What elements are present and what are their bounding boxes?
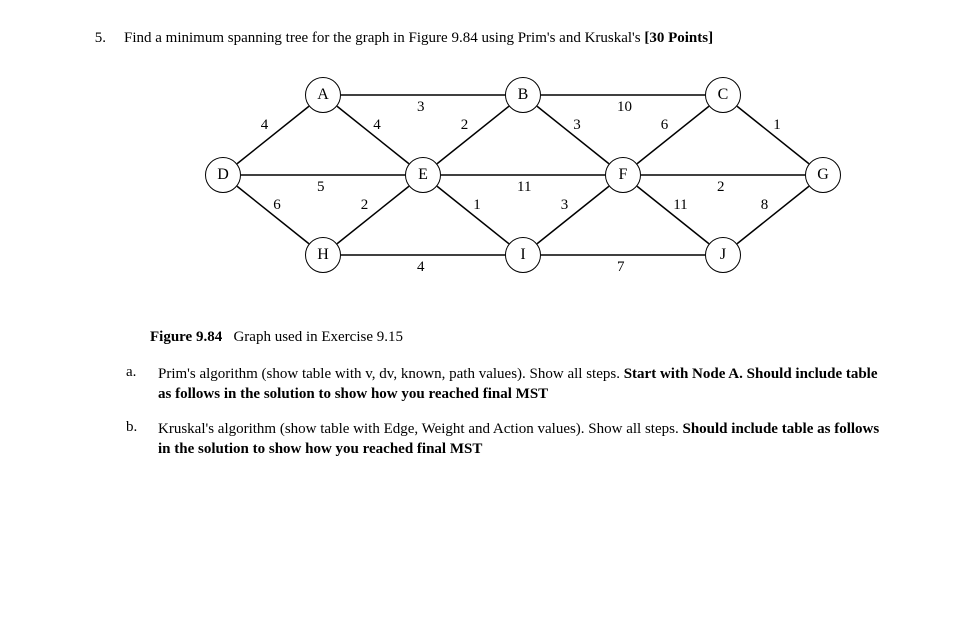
edge-F-J [637,186,709,244]
edge-E-H [337,186,409,244]
part-b: b. Kruskal's algorithm (show table with … [126,419,884,460]
page: 5. Find a minimum spanning tree for the … [0,0,974,493]
question-number: 5. [90,30,106,47]
node-C: C [705,77,741,113]
part-b-plain: Kruskal's algorithm (show table with Edg… [158,421,679,437]
node-B: B [505,77,541,113]
part-a: a. Prim's algorithm (show table with v, … [126,364,884,405]
edge-G-J [737,186,809,244]
part-b-text: Kruskal's algorithm (show table with Edg… [158,419,884,460]
node-A: A [305,77,341,113]
node-H: H [305,237,341,273]
edge-weight-A-E: 4 [373,117,381,134]
question-line: 5. Find a minimum spanning tree for the … [90,30,884,47]
edge-layer [150,57,850,317]
edge-F-I [537,186,609,244]
edge-B-F [537,106,609,164]
figure-graph: 3 10 4 4 2 3 6 1 5 11 2 6 2 1 3 11 8 4 7 A B C D E F G H I J [150,57,850,317]
question-text: Find a minimum spanning tree for the gra… [124,30,884,47]
part-a-plain: Prim's algorithm (show table with v, dv,… [158,366,620,382]
edge-weight-H-I: 4 [417,259,425,276]
node-G: G [805,157,841,193]
edge-weight-C-G: 1 [773,117,781,134]
part-a-text: Prim's algorithm (show table with v, dv,… [158,364,884,405]
figure-caption-text: Graph used in Exercise 9.15 [233,329,403,345]
edge-A-E [337,106,409,164]
node-J: J [705,237,741,273]
edge-A-D [237,106,309,164]
figure-label: Figure 9.84 [150,329,222,345]
question-body: Find a minimum spanning tree for the gra… [124,30,641,46]
edge-weight-D-H: 6 [273,197,281,214]
edge-weight-E-I: 1 [473,197,481,214]
edge-weight-F-I: 3 [561,197,569,214]
edge-weight-B-F: 3 [573,117,581,134]
edge-weight-D-E: 5 [317,179,325,196]
edge-E-I [437,186,509,244]
edge-C-G [737,106,809,164]
edge-B-E [437,106,509,164]
node-F: F [605,157,641,193]
edge-weight-F-J: 11 [673,197,687,214]
edge-weight-A-B: 3 [417,99,425,116]
edge-weight-C-F: 6 [661,117,669,134]
edge-weight-B-E: 2 [461,117,469,134]
edge-D-H [237,186,309,244]
edge-C-F [637,106,709,164]
edge-weight-A-D: 4 [261,117,269,134]
edge-weight-E-F: 11 [517,179,531,196]
edge-weight-B-C: 10 [617,99,632,116]
figure-caption: Figure 9.84 Graph used in Exercise 9.15 [150,329,884,346]
part-b-letter: b. [126,419,140,460]
node-D: D [205,157,241,193]
edge-weight-F-G: 2 [717,179,725,196]
node-I: I [505,237,541,273]
edge-weight-E-H: 2 [361,197,369,214]
edge-weight-I-J: 7 [617,259,625,276]
question-points: [30 Points] [644,30,713,46]
edge-weight-G-J: 8 [761,197,769,214]
part-a-letter: a. [126,364,140,405]
node-E: E [405,157,441,193]
